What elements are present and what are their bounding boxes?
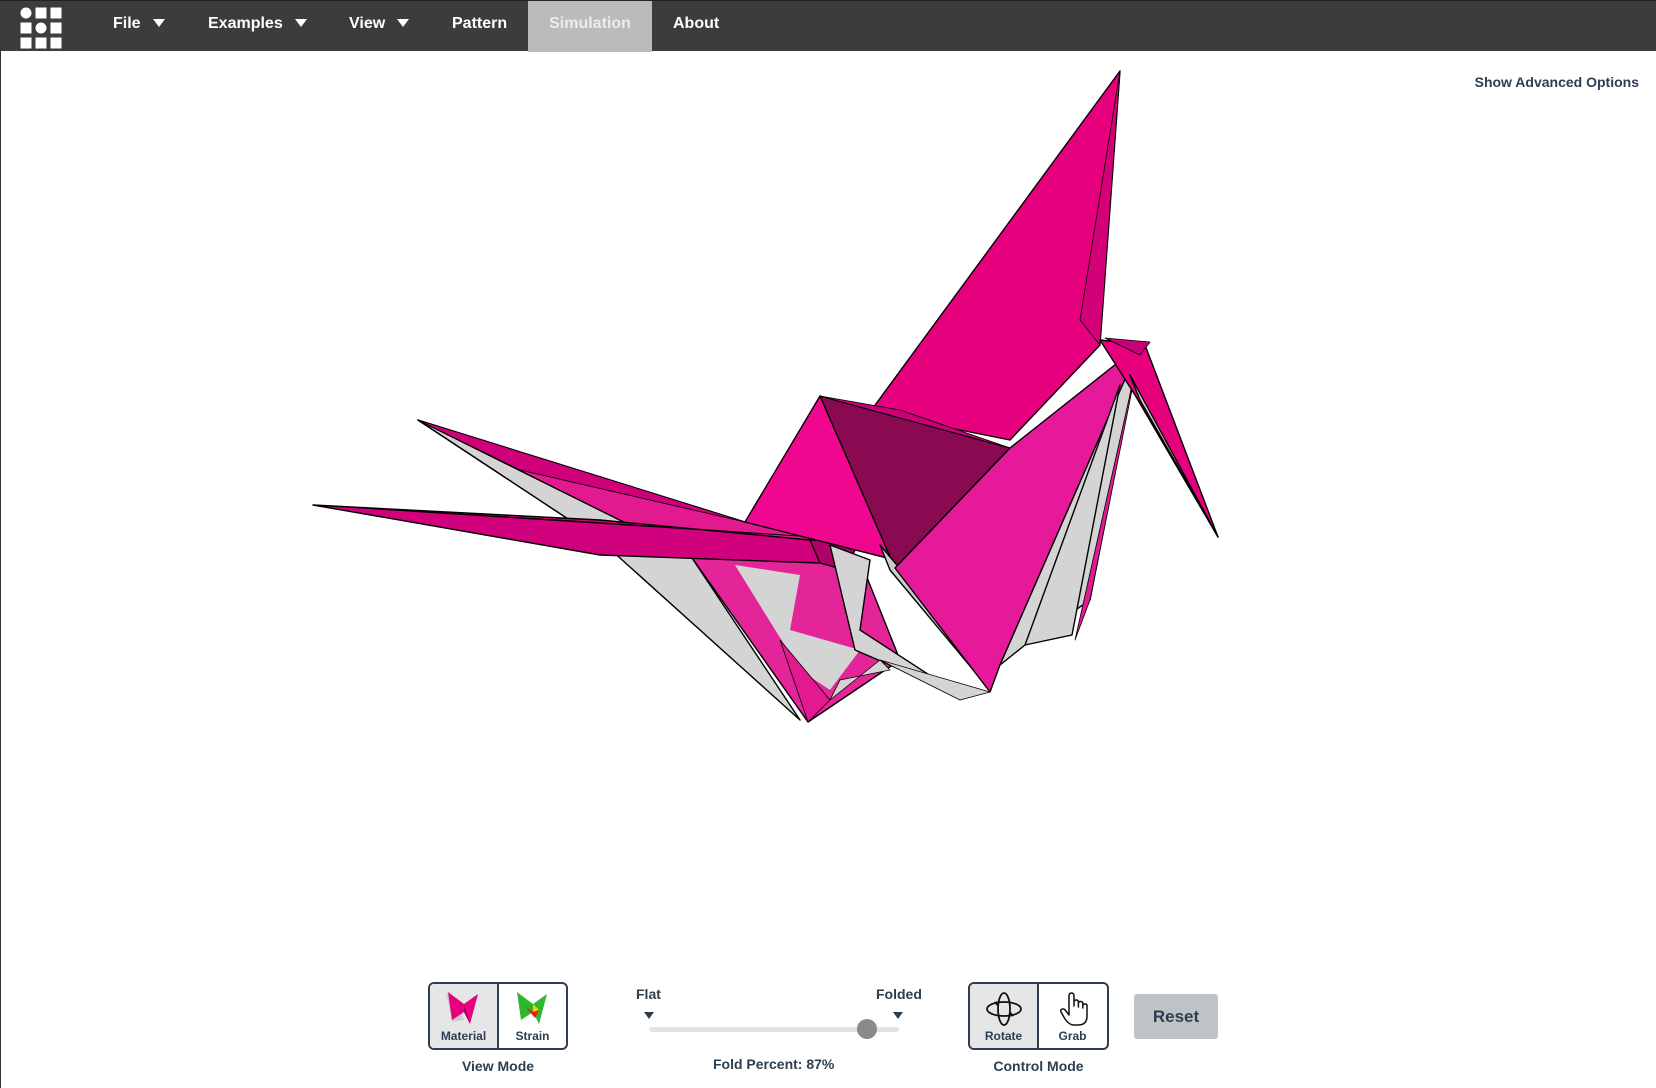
control-mode-rotate-label: Rotate [984,1029,1023,1043]
control-mode-grab-label: Grab [1058,1029,1087,1043]
view-mode-caption: View Mode [461,1058,535,1074]
slider-max-marker [893,1012,903,1019]
hand-icon [1059,992,1088,1026]
fold-percent-readout: Fold Percent: 87% [713,1056,835,1072]
strain-icon [517,992,547,1024]
view-mode-material-label: Material [440,1029,487,1043]
menu-file-label: File [113,15,141,32]
menu-pattern[interactable]: Pattern [452,1,507,52]
menu-file[interactable]: File [113,1,165,52]
slider-max-label: Folded [876,986,922,1002]
view-mode-toggle-group: Material Strain [428,982,568,1050]
chevron-down-icon [152,18,165,27]
control-mode-caption: Control Mode [993,1058,1084,1074]
control-mode-grab-button[interactable]: Grab [1039,984,1106,1048]
view-mode-material-button[interactable]: Material [430,984,497,1048]
grid-logo-icon[interactable] [20,7,62,49]
menu-about[interactable]: About [673,1,719,52]
rotate-icon [986,992,1022,1026]
control-mode-rotate-button[interactable]: Rotate [970,984,1037,1048]
slider-min-marker [644,1012,654,1019]
menu-examples[interactable]: Examples [208,1,307,52]
view-mode-strain-label: Strain [515,1029,550,1043]
reset-button[interactable]: Reset [1134,994,1218,1039]
origami-3d-viewport[interactable] [0,51,1656,951]
menu-pattern-label: Pattern [452,15,508,32]
fold-percent-slider-thumb[interactable] [856,1019,877,1039]
control-mode-toggle-group: Rotate Grab [968,982,1109,1050]
view-mode-strain-button[interactable]: Strain [499,984,566,1048]
menu-about-label: About [673,15,720,32]
menu-view-label: View [349,15,386,32]
material-icon [446,992,478,1024]
top-navbar: File Examples View Pattern Simulation Ab… [0,0,1656,52]
chevron-down-icon [397,18,410,27]
menu-view[interactable]: View [349,1,410,52]
origami-crane-model [312,70,1219,723]
chevron-down-icon [294,18,307,27]
menu-examples-label: Examples [208,15,283,32]
menu-simulation-label: Simulation [549,15,631,32]
menu-simulation[interactable]: Simulation [528,1,652,52]
slider-min-label: Flat [636,986,661,1002]
